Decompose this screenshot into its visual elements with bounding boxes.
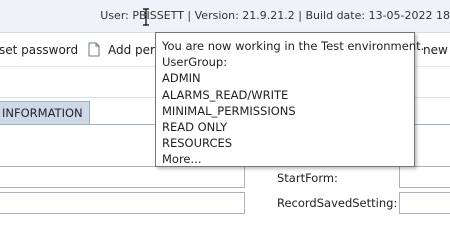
- user-info-tooltip: You are now working in the Test environm…: [155, 32, 425, 167]
- start-form-field[interactable]: [399, 166, 450, 188]
- text-field-left-2[interactable]: [0, 192, 245, 214]
- top-header-bar: User: PBISSETT | Version: 21.9.21.2 | Bu…: [0, 0, 450, 33]
- usergroup-heading: UserGroup:: [162, 55, 228, 70]
- reset-password-button[interactable]: set password: [0, 43, 78, 57]
- document-icon: [88, 42, 100, 57]
- new-button[interactable]: new: [423, 43, 448, 57]
- tab-information[interactable]: INFORMATION: [0, 101, 90, 125]
- environment-message: You are now working in the Test environm…: [162, 39, 425, 53]
- usergroup-item: RESOURCES: [162, 136, 233, 151]
- usergroup-item: MINIMAL_PERMISSIONS: [162, 103, 296, 118]
- usergroup-item: READ ONLY: [162, 120, 228, 135]
- more-link[interactable]: More...: [162, 151, 414, 167]
- usergroup-item: ALARMS_READ/WRITE: [162, 87, 289, 102]
- start-form-label: StartForm:: [277, 171, 338, 185]
- record-saved-setting-field[interactable]: [399, 192, 450, 214]
- add-person-button[interactable]: Add per: [108, 43, 155, 57]
- usergroup-item: ADMIN: [162, 71, 201, 86]
- text-cursor-icon: [143, 8, 149, 26]
- user-version-info[interactable]: User: PBISSETT | Version: 21.9.21.2 | Bu…: [100, 9, 450, 22]
- record-saved-setting-label: RecordSavedSetting:: [277, 196, 398, 210]
- text-field-left-1[interactable]: [0, 166, 245, 188]
